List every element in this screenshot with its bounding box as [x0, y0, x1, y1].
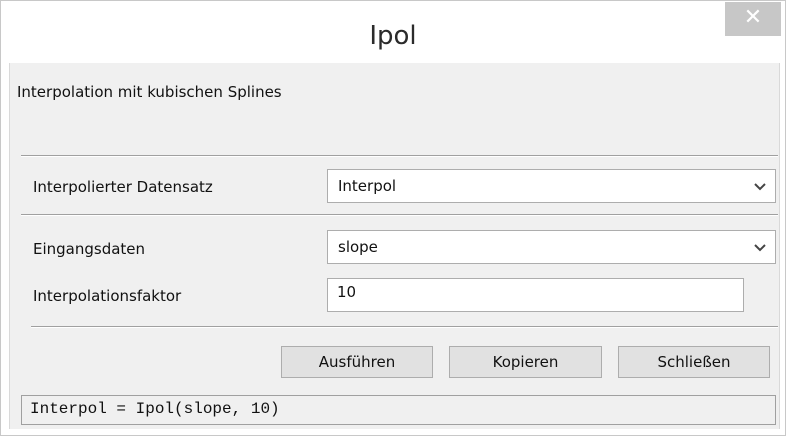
run-button[interactable]: Ausführen: [281, 346, 433, 378]
separator-bottom: [31, 326, 778, 328]
separator-middle: [21, 214, 778, 216]
interpolation-factor-label: Interpolationsfaktor: [33, 287, 182, 305]
copy-button[interactable]: Kopieren: [449, 346, 602, 378]
close-icon: ✕: [743, 5, 763, 30]
command-line-output: Interpol = Ipol(slope, 10): [21, 395, 776, 425]
input-data-value: slope: [338, 238, 378, 256]
title-bar[interactable]: Ipol ✕: [1, 1, 785, 61]
description-text: Interpolation mit kubischen Splines: [17, 83, 282, 101]
interpolated-dataset-select[interactable]: Interpol: [327, 169, 776, 203]
separator-top: [21, 155, 778, 157]
chevron-down-icon: [754, 244, 766, 252]
dialog-window: Ipol ✕ Interpolation mit kubischen Splin…: [0, 0, 786, 436]
chevron-down-icon: [754, 183, 766, 191]
interpolated-dataset-label: Interpolierter Datensatz: [33, 178, 213, 196]
close-button[interactable]: Schließen: [618, 346, 770, 378]
interpolation-factor-input[interactable]: 10: [327, 278, 744, 312]
input-data-select[interactable]: slope: [327, 230, 776, 264]
close-window-button[interactable]: ✕: [725, 2, 781, 36]
window-title: Ipol: [369, 21, 417, 51]
interpolated-dataset-value: Interpol: [338, 177, 397, 195]
input-data-label: Eingangsdaten: [33, 240, 146, 258]
